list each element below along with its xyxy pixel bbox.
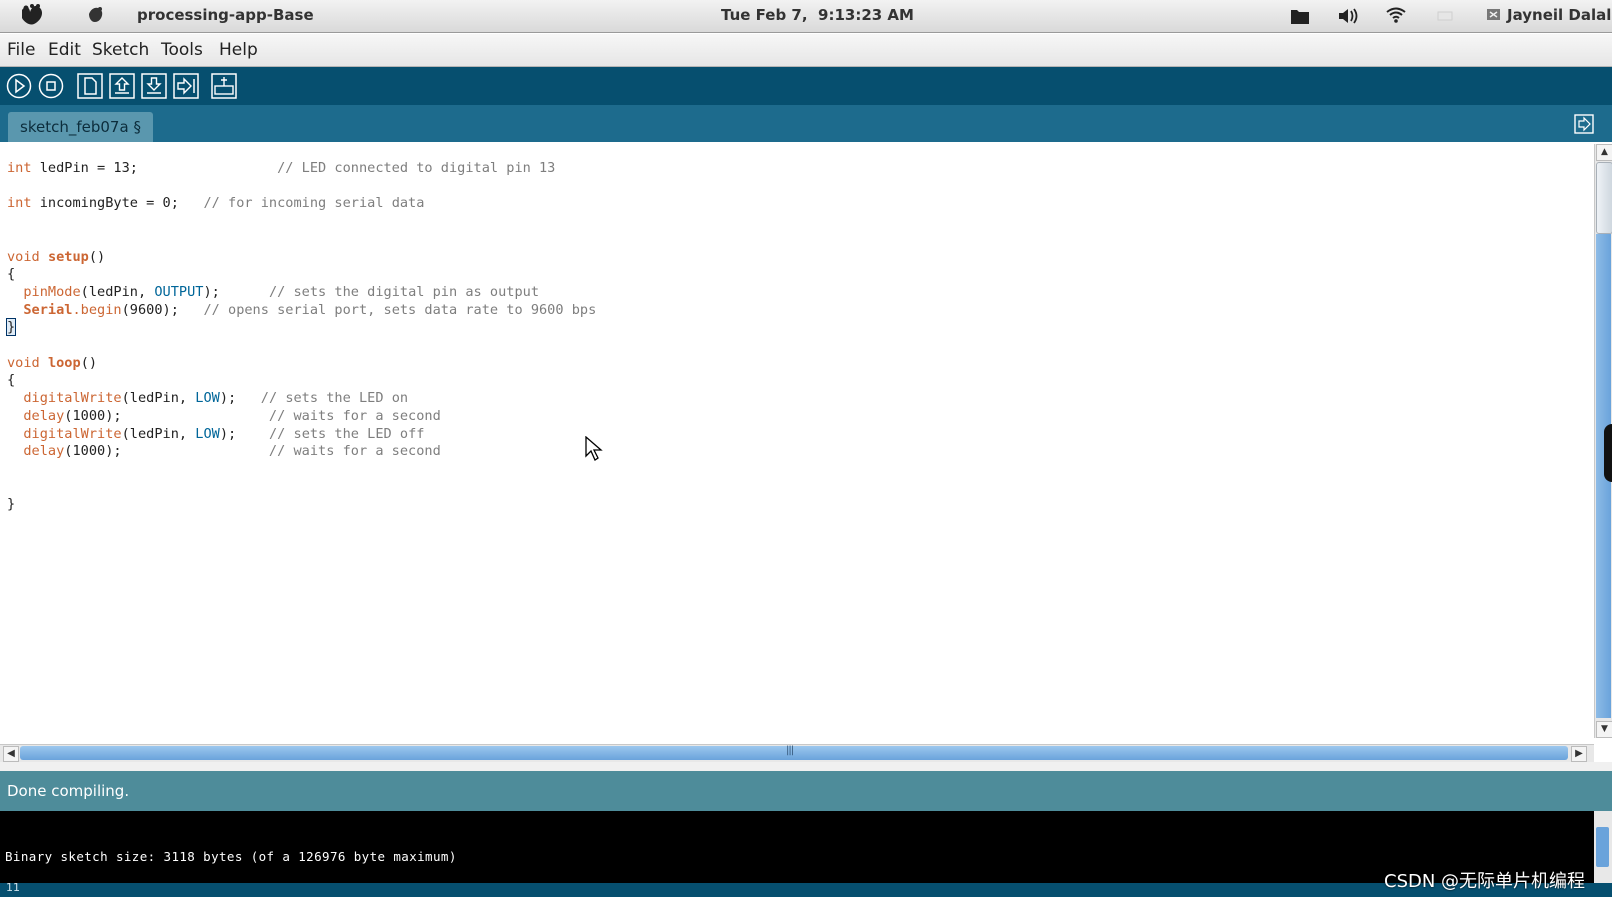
clock[interactable]: Tue Feb 7, 9:13:23 AM (721, 0, 914, 32)
menu-help[interactable]: Help (219, 34, 258, 66)
status-bar: Done compiling. (0, 771, 1612, 811)
mouse-pointer-icon (585, 435, 603, 466)
tab-menu-arrow-icon[interactable] (1574, 114, 1594, 138)
volume-icon[interactable] (1337, 0, 1359, 32)
upload-icon[interactable] (173, 73, 199, 103)
code-line: digitalWrite(ledPin, LOW); // sets the L… (23, 390, 409, 407)
scroll-right-icon[interactable]: ▶ (1571, 746, 1587, 762)
toolbar (0, 67, 1612, 105)
code-line: pinMode(ledPin, OUTPUT); // sets the dig… (23, 283, 540, 300)
line-number-bar: 11 (0, 881, 1612, 897)
editor-horizontal-scrollbar[interactable]: ◀ ||| ▶ (0, 744, 1594, 762)
code-text[interactable]: int ledPin = 13; // LED connected to dig… (5, 160, 597, 514)
code-line: digitalWrite(ledPin, LOW); // sets the L… (23, 425, 425, 442)
scroll-left-icon[interactable]: ◀ (3, 746, 19, 762)
user-name[interactable]: Jayneil Dalal (1507, 0, 1611, 32)
console-text: Binary sketch size: 3118 bytes (of a 126… (5, 849, 457, 864)
window-edge-handle (1604, 424, 1612, 482)
system-top-bar: processing-app-Base Tue Feb 7, 9:13:23 A… (0, 0, 1612, 33)
menu-sketch[interactable]: Sketch (92, 34, 149, 66)
status-message: Done compiling. (7, 782, 130, 800)
code-line: } (7, 496, 16, 513)
code-line: int ledPin = 13; // LED connected to dig… (7, 160, 556, 176)
tab-sketch[interactable]: sketch_feb07a § (8, 112, 153, 142)
console-scrollbar[interactable] (1594, 811, 1612, 883)
app-title: processing-app-Base (137, 6, 314, 24)
serial-monitor-icon[interactable] (211, 73, 237, 103)
code-line: { (7, 372, 16, 389)
code-line: delay(1000); // waits for a second (23, 443, 441, 460)
new-icon[interactable] (77, 73, 103, 103)
verify-icon[interactable] (6, 73, 32, 103)
code-line: void setup() (7, 248, 106, 265)
code-line: } (5, 318, 17, 337)
folder-icon[interactable] (1290, 0, 1310, 32)
menu-tools[interactable]: Tools (161, 34, 203, 66)
menu-bar: File Edit Sketch Tools Help (0, 34, 1612, 67)
console-output[interactable]: Binary sketch size: 3118 bytes (of a 126… (0, 811, 1594, 883)
pane-divider[interactable] (0, 762, 1612, 771)
gimp-icon[interactable] (86, 0, 106, 32)
horizontal-scroll-thumb[interactable] (20, 746, 1568, 760)
code-editor[interactable]: int ledPin = 13; // LED connected to dig… (0, 142, 1594, 744)
menu-edit[interactable]: Edit (48, 34, 81, 66)
text-caret: } (5, 318, 17, 337)
code-line: { (7, 266, 16, 283)
code-line: int incomingByte = 0; // for incoming se… (7, 195, 425, 212)
tab-strip: sketch_feb07a § (0, 105, 1612, 142)
watermark: CSDN @无际单片机编程 (1384, 871, 1586, 892)
user-status-icon[interactable] (1485, 0, 1503, 32)
ubuntu-logo-icon[interactable] (18, 0, 48, 32)
open-icon[interactable] (109, 73, 135, 103)
scroll-thumb[interactable] (1596, 162, 1612, 234)
scroll-grip-icon: ||| (786, 745, 794, 756)
stop-icon[interactable] (38, 73, 64, 103)
menu-file[interactable]: File (7, 34, 35, 66)
save-icon[interactable] (141, 73, 167, 103)
code-line: void loop() (7, 354, 98, 371)
line-number: 11 (6, 881, 20, 894)
scroll-up-icon[interactable]: ▲ (1596, 144, 1612, 161)
battery-icon[interactable] (1437, 0, 1455, 32)
code-line: delay(1000); // waits for a second (23, 407, 441, 424)
scroll-down-icon[interactable]: ▼ (1596, 721, 1612, 738)
code-line: Serial.begin(9600); // opens serial port… (23, 301, 597, 318)
wifi-icon[interactable] (1385, 0, 1407, 32)
console-scroll-thumb[interactable] (1596, 827, 1609, 867)
